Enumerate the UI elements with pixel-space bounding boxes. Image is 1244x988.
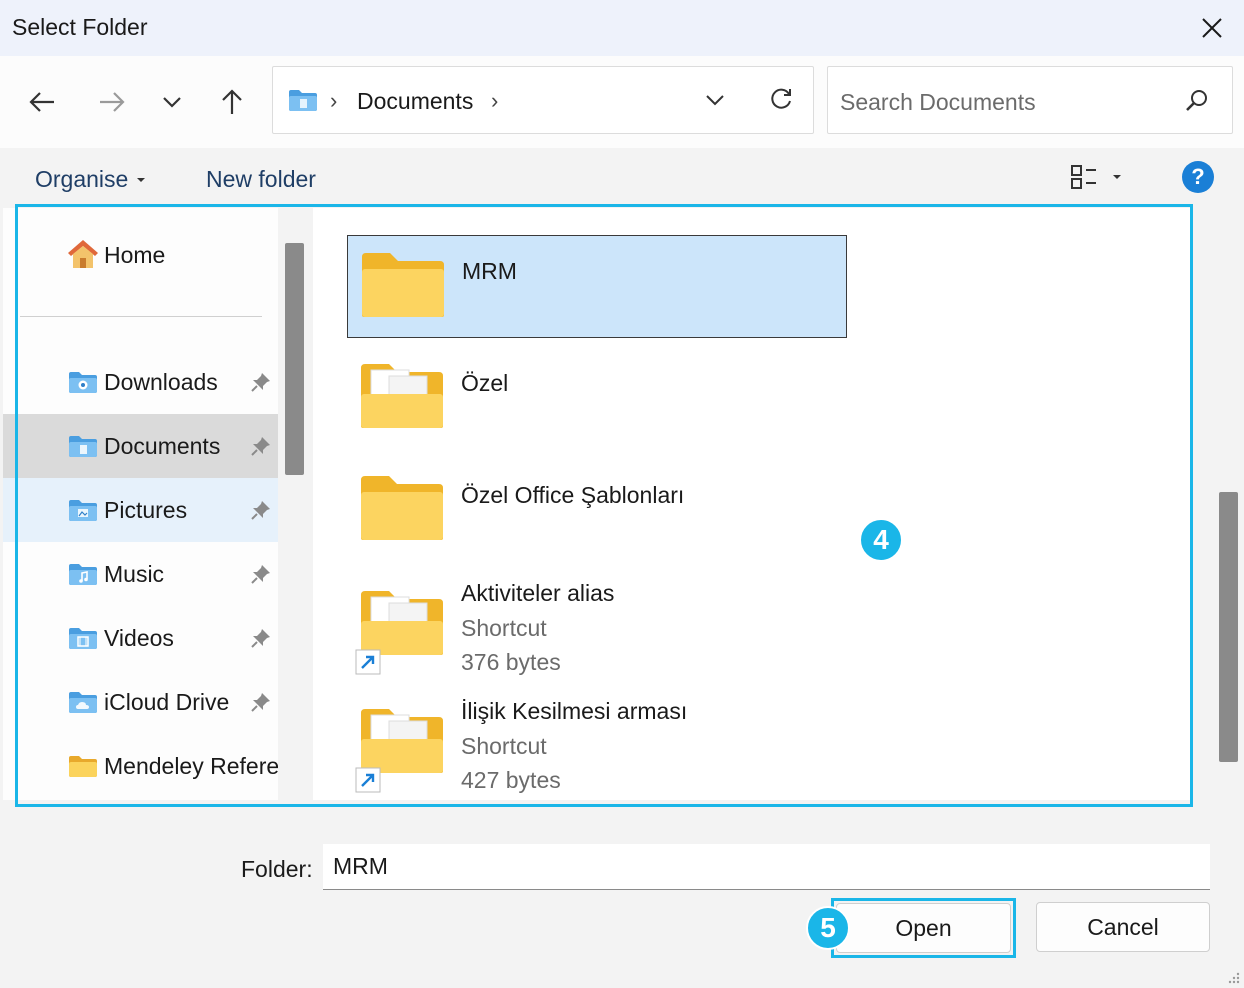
pin-icon bbox=[251, 629, 270, 648]
command-bar bbox=[0, 148, 1244, 206]
annotation-badge-4: 4 bbox=[859, 518, 903, 562]
folder-name-field[interactable] bbox=[323, 844, 1210, 890]
breadcrumb-separator-icon: › bbox=[330, 88, 338, 113]
window-title: Select Folder bbox=[12, 14, 148, 40]
arrow-left-icon bbox=[29, 92, 54, 112]
item-type: Shortcut bbox=[461, 615, 547, 641]
arrow-up-icon bbox=[222, 89, 242, 114]
back-button[interactable] bbox=[20, 84, 64, 120]
nav-item-documents[interactable]: Documents bbox=[3, 414, 278, 478]
nav-pane-scrollbar[interactable] bbox=[285, 243, 304, 475]
arrow-right-icon bbox=[100, 92, 125, 112]
view-options-button[interactable] bbox=[1070, 162, 1136, 192]
folder-label: Folder: bbox=[241, 856, 313, 882]
shortcut-item-aktiviteler-alias[interactable]: Aktiviteler alias Shortcut 376 bytes bbox=[347, 575, 847, 685]
item-name: Aktiviteler alias bbox=[461, 580, 615, 606]
folder-item-mrm[interactable]: MRM bbox=[347, 235, 847, 338]
view-layout-icon bbox=[1071, 165, 1096, 189]
caret-down-icon bbox=[137, 177, 146, 182]
close-button[interactable] bbox=[1188, 8, 1236, 48]
recent-locations-button[interactable] bbox=[150, 84, 194, 120]
pin-icon bbox=[251, 565, 270, 584]
nav-item-label: Downloads bbox=[104, 369, 218, 395]
documents-folder-icon bbox=[69, 436, 97, 457]
folder-item-ozel[interactable]: Özel bbox=[347, 350, 847, 450]
item-type: Shortcut bbox=[461, 733, 547, 759]
nav-item-label: Videos bbox=[104, 625, 174, 651]
nav-item-mendeley[interactable]: Mendeley Refere bbox=[3, 734, 278, 798]
search-input[interactable] bbox=[840, 89, 1160, 116]
item-name: Özel bbox=[461, 370, 509, 396]
open-button[interactable]: Open bbox=[836, 903, 1011, 953]
folder-icon bbox=[362, 253, 444, 317]
nav-item-pictures[interactable]: Pictures bbox=[3, 478, 278, 542]
search-icon[interactable] bbox=[1180, 86, 1214, 116]
new-folder-button[interactable]: New folder bbox=[206, 166, 316, 193]
pin-icon bbox=[251, 501, 270, 520]
refresh-icon bbox=[771, 88, 791, 109]
item-name: İlişik Kesilmesi arması bbox=[461, 698, 688, 724]
refresh-button[interactable] bbox=[764, 82, 798, 116]
nav-item-label: Music bbox=[104, 561, 165, 587]
pin-icon bbox=[251, 437, 270, 456]
item-name: MRM bbox=[462, 258, 517, 284]
nav-item-label: Documents bbox=[104, 433, 221, 459]
videos-folder-icon bbox=[69, 628, 97, 649]
home-icon bbox=[66, 238, 100, 275]
shortcut-arrow-icon bbox=[355, 767, 381, 793]
organise-label: Organise bbox=[35, 166, 129, 192]
folder-icon bbox=[361, 476, 443, 540]
close-icon bbox=[1202, 18, 1222, 38]
nav-item-label: Pictures bbox=[104, 497, 188, 523]
music-folder-icon bbox=[69, 564, 97, 585]
item-name: Özel Office Şablonları bbox=[461, 482, 685, 508]
resize-grip-icon[interactable] bbox=[1226, 970, 1240, 984]
nav-home-label[interactable]: Home bbox=[104, 242, 165, 269]
item-size: 376 bytes bbox=[461, 649, 561, 675]
pin-icon bbox=[251, 693, 270, 712]
documents-folder-icon bbox=[288, 88, 318, 117]
caret-down-icon bbox=[1113, 175, 1121, 179]
help-button[interactable]: ? bbox=[1182, 161, 1214, 193]
downloads-folder-icon bbox=[69, 372, 97, 393]
shortcut-folder-icon bbox=[361, 591, 443, 655]
chevron-down-icon bbox=[706, 95, 724, 106]
pin-icon bbox=[251, 373, 270, 392]
nav-item-label: iCloud Drive bbox=[104, 689, 230, 715]
pictures-folder-icon bbox=[69, 500, 97, 521]
nav-divider bbox=[20, 316, 262, 317]
up-button[interactable] bbox=[210, 84, 254, 120]
chevron-down-icon bbox=[163, 97, 181, 108]
item-size: 427 bytes bbox=[461, 767, 561, 793]
nav-item-videos[interactable]: Videos bbox=[3, 606, 278, 670]
shortcut-arrow-icon bbox=[355, 649, 381, 675]
shortcut-folder-icon bbox=[361, 709, 443, 773]
file-list-scrollbar[interactable] bbox=[1219, 492, 1238, 762]
forward-button[interactable] bbox=[90, 84, 134, 120]
icloud-folder-icon bbox=[69, 692, 97, 713]
title-bar bbox=[0, 0, 1244, 56]
nav-item-icloud-drive[interactable]: iCloud Drive bbox=[3, 670, 278, 734]
folder-item-ozel-office-sablonlari[interactable]: Özel Office Şablonları bbox=[347, 462, 847, 562]
breadcrumb-chevron-icon[interactable]: › bbox=[491, 88, 498, 114]
organise-menu-button[interactable]: Organise bbox=[35, 166, 146, 193]
nav-item-music[interactable]: Music bbox=[3, 542, 278, 606]
breadcrumb-documents[interactable]: Documents bbox=[357, 88, 473, 115]
nav-item-downloads[interactable]: Downloads bbox=[3, 350, 278, 414]
nav-item-label: Mendeley Refere bbox=[104, 753, 278, 779]
address-bar[interactable] bbox=[272, 66, 814, 134]
annotation-badge-5: 5 bbox=[806, 906, 850, 950]
cancel-button[interactable]: Cancel bbox=[1036, 902, 1210, 952]
folder-icon bbox=[69, 756, 97, 777]
address-dropdown-button[interactable] bbox=[700, 86, 730, 114]
folder-with-files-icon bbox=[361, 364, 443, 428]
shortcut-item-ilisik-kesilmesi-armasi[interactable]: İlişik Kesilmesi arması Shortcut 427 byt… bbox=[347, 693, 847, 798]
